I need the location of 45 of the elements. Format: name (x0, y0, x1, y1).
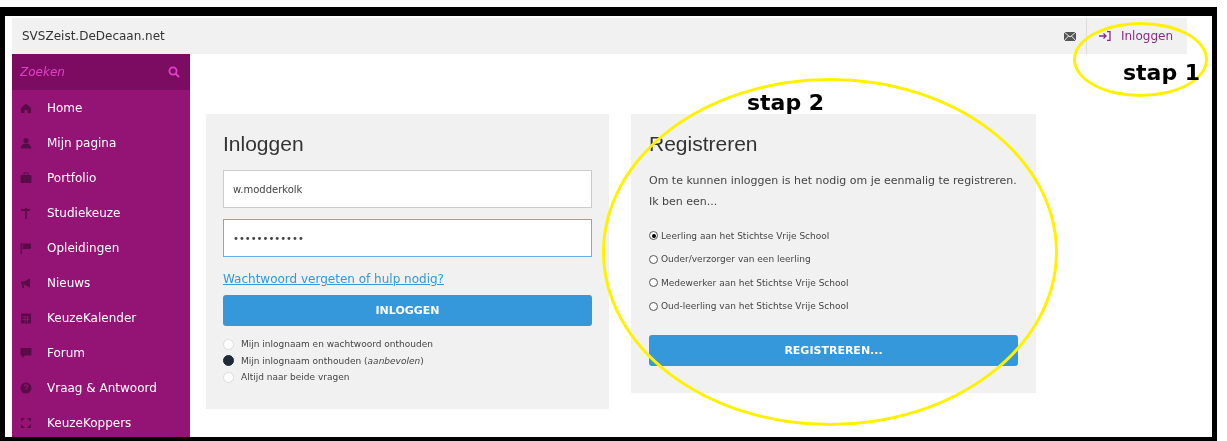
login-icon (1098, 31, 1111, 41)
sidebar-item[interactable]: Studiekeuze (12, 195, 190, 230)
mail-icon[interactable] (1063, 31, 1076, 41)
flag-icon (20, 241, 32, 254)
sidebar-item[interactable]: Forum (12, 335, 190, 370)
login-title: Inloggen (223, 132, 305, 156)
sidebar-item[interactable]: Nieuws (12, 265, 190, 300)
intro-text: Om te kunnen inloggen is het nodig om je eenmalig te registreren. (649, 173, 1018, 189)
home-icon (20, 101, 32, 114)
annotation-label: stap 2 (747, 90, 825, 115)
option-label: Oud-leerling van het Stichtse Vrije School (661, 301, 849, 312)
password-field[interactable]: •••••••••••• (223, 219, 592, 257)
intro-text: Ik ben een... (649, 194, 719, 210)
megaphone-icon (20, 276, 32, 289)
sidebar-item[interactable]: Vraag & Antwoord (12, 370, 190, 405)
radio-button[interactable] (223, 355, 234, 367)
option-label: Altijd naar beide vragen (241, 372, 350, 383)
calendar-icon (20, 311, 32, 324)
briefcase-icon (20, 171, 32, 184)
radio-button[interactable] (649, 231, 658, 241)
username-field[interactable]: w.modderkolk (223, 170, 592, 208)
option-label: Medewerker aan het Stichtse Vrije School (661, 277, 849, 288)
sidebar-item[interactable]: KeuzeKalender (12, 300, 190, 335)
sidebar-item[interactable]: Home (12, 90, 190, 125)
sidebar-item[interactable]: KeuzeKoppers (12, 405, 190, 437)
arrows-icon (20, 416, 32, 429)
option-label: Ouder/verzorger van een leerling (661, 254, 811, 265)
option-label: Mijn inlognaam en wachtwoord onthouden (241, 339, 433, 350)
radio-button[interactable] (649, 254, 658, 264)
question-icon (20, 381, 32, 394)
option-label: Mijn inlognaam onthouden (aanbevolen) (241, 355, 424, 366)
sidebar-item[interactable]: Portfolio (12, 160, 190, 195)
radio-button[interactable] (649, 278, 658, 288)
login-link[interactable]: Inloggen (1085, 18, 1187, 54)
sidebar-item[interactable]: Opleidingen (12, 230, 190, 265)
option-label: Leerling aan het Stichtse Vrije School (661, 230, 830, 241)
signpost-icon (20, 206, 32, 219)
sidebar-item[interactable]: Mijn pagina (12, 125, 190, 160)
chat-icon (20, 346, 32, 359)
search-icon (168, 66, 180, 78)
search-field[interactable]: Zoeken (12, 54, 190, 90)
annotation-label: stap 1 (1123, 60, 1201, 85)
site-title[interactable]: SVSZeist.DeDecaan.net (12, 29, 165, 43)
user-icon (20, 136, 32, 149)
radio-button[interactable] (649, 301, 658, 311)
